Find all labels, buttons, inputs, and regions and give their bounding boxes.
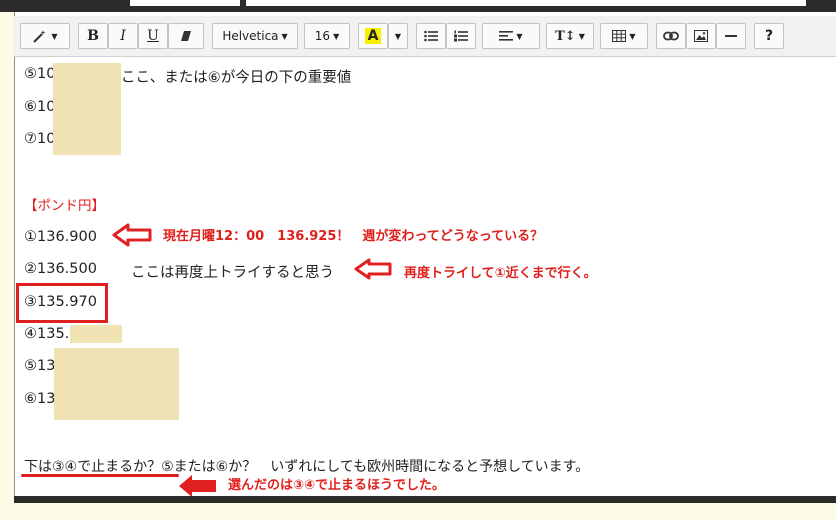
chevron-down-icon: ▼ xyxy=(333,31,340,41)
chevron-down-icon: ▼ xyxy=(578,31,585,41)
text-size-button[interactable]: T↕ ▼ xyxy=(546,23,594,49)
editor-toolbar: ▼ B I U Helvetica ▼ 16 ▼ A ▼ ▼ T↕ ▼ ▼ ? xyxy=(14,16,836,57)
ordered-list-button[interactable] xyxy=(446,23,476,49)
redaction-block xyxy=(54,348,179,420)
highlight-color-button[interactable]: A xyxy=(358,23,388,49)
line-5-note: ここ、または⑥が今日の下の重要値 xyxy=(121,70,352,86)
chevron-down-icon: ▼ xyxy=(629,31,636,41)
gbp-level-2-note: ここは再度上トライすると思う xyxy=(131,265,334,281)
numbered-list-icon xyxy=(454,30,468,42)
horizontal-rule-icon xyxy=(725,35,737,37)
chevron-down-icon: ▼ xyxy=(51,31,58,41)
bold-button[interactable]: B xyxy=(78,23,108,49)
align-left-icon xyxy=(499,31,514,41)
font-family-select[interactable]: Helvetica ▼ xyxy=(212,23,298,49)
section-heading: 【ポンド円】 xyxy=(24,198,105,214)
magic-wand-icon xyxy=(33,30,46,43)
bullet-list-icon xyxy=(424,30,438,42)
chevron-down-icon: ▼ xyxy=(516,31,523,41)
image-icon xyxy=(694,30,708,42)
font-family-value: Helvetica xyxy=(222,29,279,43)
annotation-current-price: 現在月曜12：00 136.925！ 週が変わってどうなっている？ xyxy=(163,229,544,244)
text-size-icon: T↕ xyxy=(555,28,576,44)
question-line: 下は③④で止まるか？⑤または⑥か？ いずれにしても欧州時間になると予想しています… xyxy=(24,459,590,475)
gbp-level-1: ①136.900 xyxy=(24,229,97,245)
chevron-down-icon: ▼ xyxy=(394,31,402,41)
underline-button[interactable]: U xyxy=(138,23,168,49)
redaction-block xyxy=(70,325,122,343)
top-tab[interactable] xyxy=(246,0,806,6)
annotation-result: 選んだのは③④で止まるほうでした。 xyxy=(228,478,446,493)
italic-button[interactable]: I xyxy=(108,23,138,49)
annotation-arrow xyxy=(112,223,152,247)
link-icon xyxy=(663,31,679,41)
annotation-arrow xyxy=(354,258,392,280)
line-5: ⑤10 xyxy=(24,66,56,82)
help-button[interactable]: ? xyxy=(754,23,784,49)
redaction-block xyxy=(53,63,121,155)
highlight-icon: A xyxy=(364,28,382,44)
bottom-bar xyxy=(14,496,836,503)
line-7: ⑦10 xyxy=(24,131,56,147)
eraser-icon xyxy=(181,31,191,41)
line-6: ⑥10 xyxy=(24,99,56,115)
font-size-value: 16 xyxy=(314,29,331,43)
image-button[interactable] xyxy=(686,23,716,49)
link-button[interactable] xyxy=(656,23,686,49)
highlight-dropdown-button[interactable]: ▼ xyxy=(388,23,408,49)
chevron-down-icon: ▼ xyxy=(281,31,288,41)
gbp-level-4: ④135. xyxy=(24,326,70,342)
gbp-level-5: ⑤13 xyxy=(24,358,56,374)
magic-wand-button[interactable]: ▼ xyxy=(20,23,70,49)
unordered-list-button[interactable] xyxy=(416,23,446,49)
help-icon: ? xyxy=(764,28,774,44)
table-icon xyxy=(612,30,627,42)
font-size-select[interactable]: 16 ▼ xyxy=(304,23,350,49)
annotation-retry: 再度トライして①近くまで行く。 xyxy=(404,266,597,281)
gbp-level-2: ②136.500 xyxy=(24,261,97,277)
eraser-button[interactable] xyxy=(168,23,204,49)
table-button[interactable]: ▼ xyxy=(600,23,648,49)
top-bar xyxy=(0,0,836,12)
paragraph-align-button[interactable]: ▼ xyxy=(482,23,540,49)
top-tab[interactable] xyxy=(130,0,240,6)
highlight-box xyxy=(16,283,108,323)
annotation-arrow xyxy=(179,475,216,497)
annotation-underline xyxy=(21,474,179,477)
gbp-level-6: ⑥13 xyxy=(24,391,56,407)
horizontal-rule-button[interactable] xyxy=(716,23,746,49)
